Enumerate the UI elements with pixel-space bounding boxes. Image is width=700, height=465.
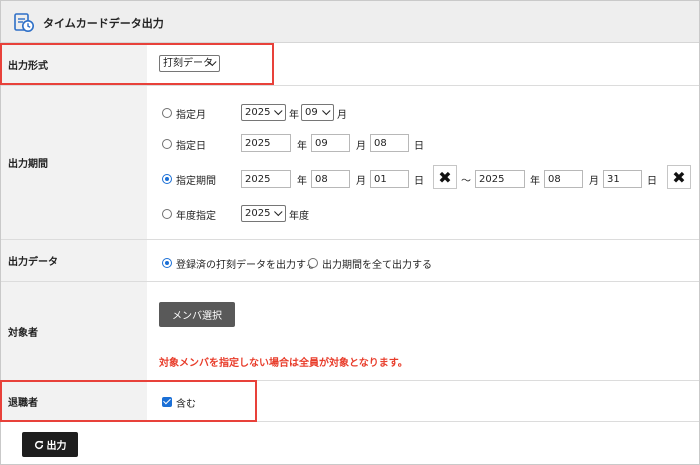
period-day-year-input[interactable]: 2025 [241, 134, 291, 152]
period-month-month-select[interactable]: 09 [301, 104, 334, 121]
chevron-down-icon [274, 207, 283, 217]
period-day-month-input[interactable]: 09 [311, 134, 350, 152]
refresh-icon [34, 440, 43, 449]
period-fiscal-label: 年度指定 [176, 211, 216, 222]
highlight-retired [0, 380, 257, 422]
output-data-registered-radio[interactable] [162, 258, 172, 268]
target-warning: 対象メンバを指定しない場合は全員が対象となります。 [159, 358, 408, 369]
period-range-label: 指定期間 [176, 176, 216, 187]
member-select-button[interactable]: メンバ選択 [159, 302, 235, 327]
clear-to-button[interactable]: ✖ [667, 165, 691, 189]
period-month-label: 指定月 [176, 110, 206, 121]
period-fiscal-radio[interactable] [162, 209, 172, 219]
output-data-registered-label: 登録済の打刻データを出力する [176, 260, 316, 271]
period-day-label: 指定日 [176, 141, 206, 152]
target-label: 対象者 [1, 282, 147, 380]
output-data-all-radio[interactable] [308, 258, 318, 268]
row-output-period: 出力期間 [1, 86, 699, 240]
fiscal-year-select[interactable]: 2025 [241, 205, 286, 222]
range-from-year-input[interactable]: 2025 [241, 170, 291, 188]
period-day-day-input[interactable]: 08 [370, 134, 409, 152]
period-range-radio[interactable] [162, 174, 172, 184]
output-data-label: 出力データ [1, 240, 147, 281]
range-tilde: ～ [461, 176, 471, 187]
range-to-month-input[interactable]: 08 [544, 170, 583, 188]
chevron-down-icon [274, 106, 283, 116]
range-from-month-input[interactable]: 08 [311, 170, 350, 188]
highlight-output-format [0, 43, 274, 85]
clear-from-button[interactable]: ✖ [433, 165, 457, 189]
chevron-down-icon [322, 106, 331, 116]
output-data-all-label: 出力期間を全て出力する [322, 260, 432, 271]
period-month-year-select[interactable]: 2025 [241, 104, 286, 121]
timecard-icon [14, 13, 34, 32]
range-to-year-input[interactable]: 2025 [475, 170, 525, 188]
close-icon: ✖ [672, 167, 686, 187]
range-from-day-input[interactable]: 01 [370, 170, 409, 188]
period-month-radio[interactable] [162, 108, 172, 118]
close-icon: ✖ [438, 167, 452, 187]
range-to-day-input[interactable]: 31 [603, 170, 642, 188]
page-title: タイムカードデータ出力 [43, 17, 164, 30]
output-period-label: 出力期間 [1, 86, 147, 239]
period-day-radio[interactable] [162, 139, 172, 149]
output-button[interactable]: 出力 [22, 432, 78, 457]
title-bar: タイムカードデータ出力 [1, 1, 699, 43]
